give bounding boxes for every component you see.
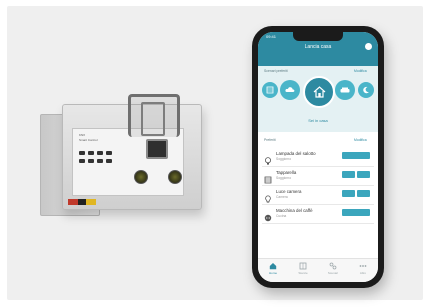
lamp-icon (264, 152, 272, 165)
up-down-control (342, 171, 370, 178)
active-scene-label: Sei in casa (308, 118, 328, 123)
more-tab-icon (359, 265, 367, 267)
header-settings-icon[interactable] (365, 43, 372, 50)
terminal-strip-yellow (86, 199, 96, 205)
device-front-panel: KNX Smart Control (72, 128, 184, 196)
rooms-tab-icon (299, 262, 307, 270)
device-label-brand: KNX (79, 133, 86, 137)
tab-label: Stanze (298, 271, 308, 275)
tab-label: Home (268, 271, 277, 275)
toggle-button[interactable] (342, 152, 370, 159)
scenes-tab-icon (329, 262, 337, 270)
status-led (79, 159, 85, 163)
din-rail-controller: KNX Smart Control (40, 94, 202, 219)
tab-label: Altro (359, 271, 367, 275)
down-button[interactable] (357, 171, 370, 178)
status-led (106, 151, 112, 155)
up-button[interactable] (342, 171, 355, 178)
favorites-edit-link[interactable]: Modifica (354, 138, 367, 142)
row-title: Macchina del caffè (276, 208, 313, 213)
favorite-row[interactable]: Luce camera Camera (262, 186, 374, 205)
tab-label: Scenari (327, 271, 339, 275)
row-subtitle: Soggiorno (276, 176, 292, 180)
terminal-strip-red (68, 199, 78, 205)
scenes-edit-link[interactable]: Modifica (354, 69, 367, 73)
dim-down-button[interactable] (342, 190, 355, 197)
mounting-clip-inner (141, 102, 165, 136)
row-title: Tapparella (276, 170, 297, 175)
ethernet-port (146, 139, 168, 159)
favorite-row[interactable]: Tapparella Soggiorno (262, 167, 374, 186)
row-title: Luce camera (276, 189, 302, 194)
plug-icon (264, 209, 272, 222)
phone-notch (293, 32, 343, 41)
tab-rooms[interactable]: Stanze (292, 262, 314, 280)
status-led (79, 151, 85, 155)
scene-home-icon[interactable] (303, 76, 335, 108)
status-led (88, 151, 94, 155)
status-led (88, 159, 94, 163)
smartphone: 09:41 Lancia casa Scenari preferiti Modi… (252, 26, 384, 288)
dim-up-button[interactable] (357, 190, 370, 197)
tab-home[interactable]: Home (262, 262, 284, 280)
scene-sofa-icon[interactable] (335, 80, 355, 100)
status-led (106, 159, 112, 163)
scenes-panel: Scenari preferiti Modifica Sei in casa (258, 66, 378, 132)
tab-scenes[interactable]: Scenari (322, 262, 344, 280)
scene-cloud-icon[interactable] (280, 80, 300, 100)
scenes-section-label: Scenari preferiti (264, 69, 288, 73)
dimmer-control (342, 190, 370, 197)
row-subtitle: Camera (276, 195, 288, 199)
scene-moon-icon[interactable] (358, 82, 374, 98)
toggle-button[interactable] (342, 209, 370, 216)
tab-bar: Home Stanze Scenari Altro (258, 258, 378, 282)
favorites-section-label: Preferiti (264, 138, 276, 142)
home-tab-icon (269, 263, 277, 270)
row-subtitle: Soggiorno (276, 157, 292, 161)
favorite-row[interactable]: Macchina del caffè Cucina (262, 205, 374, 224)
app-screen: 09:41 Lancia casa Scenari preferiti Modi… (258, 32, 378, 282)
row-subtitle: Cucina (276, 214, 287, 218)
bulb-icon (264, 190, 272, 203)
app-title: Lancia casa (304, 44, 332, 50)
bus-terminal (134, 170, 148, 184)
status-led (97, 151, 103, 155)
favorites-header: Preferiti Modifica (264, 138, 372, 144)
scene-blind-icon[interactable] (262, 82, 278, 98)
tab-more[interactable]: Altro (352, 262, 374, 280)
row-title: Lampada del salotto (276, 151, 316, 156)
status-time: 09:41 (266, 34, 277, 39)
favorite-row[interactable]: Lampada del salotto Soggiorno (262, 148, 374, 167)
bus-terminal (168, 170, 182, 184)
status-led (97, 159, 103, 163)
device-label-model: Smart Control (79, 138, 98, 142)
terminal-strip-black (78, 199, 86, 205)
blind-icon (264, 171, 272, 184)
